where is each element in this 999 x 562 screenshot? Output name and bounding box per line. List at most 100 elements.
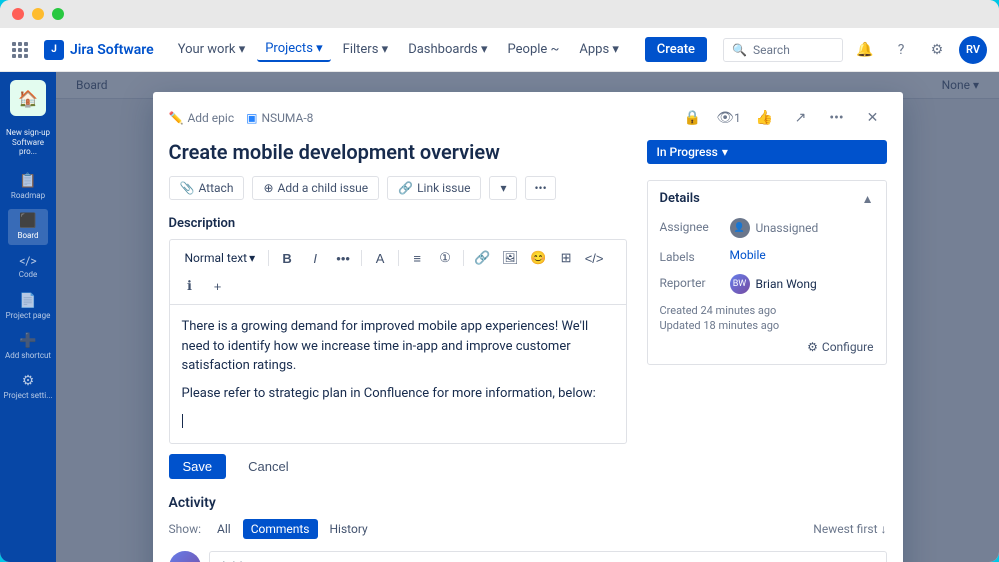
save-button[interactable]: Save xyxy=(169,454,227,479)
link-issue-button[interactable]: 🔗 Link issue xyxy=(387,176,481,200)
more-formatting-button[interactable]: ••• xyxy=(331,246,355,270)
nav-filters[interactable]: Filters ▾ xyxy=(335,38,397,61)
watch-button[interactable]: 👁 1 xyxy=(715,104,743,132)
more-button[interactable]: ••• xyxy=(525,176,555,200)
tab-comments[interactable]: Comments xyxy=(243,519,318,539)
code-label: Code xyxy=(19,270,38,279)
nav-people[interactable]: People ~ xyxy=(500,38,568,61)
issue-key-tag[interactable]: ▣ NSUMA-8 xyxy=(246,111,313,125)
collapse-icon[interactable]: ▲ xyxy=(862,192,874,206)
details-header: Details ▲ xyxy=(660,191,874,206)
board-icon: ⬛ xyxy=(19,213,36,229)
cancel-button[interactable]: Cancel xyxy=(234,454,302,479)
details-panel: Details ▲ Assignee 👤 Unassigned xyxy=(647,180,887,365)
commenter-avatar xyxy=(169,551,201,562)
roadmap-icon: 📋 xyxy=(19,173,36,189)
status-chevron: ▾ xyxy=(722,145,728,159)
close-modal-button[interactable]: ✕ xyxy=(859,104,887,132)
mac-window: J Jira Software Your work ▾ Projects ▾ F… xyxy=(0,0,999,562)
lock-icon[interactable]: 🔒 xyxy=(679,104,707,132)
sidebar-item-code[interactable]: </> Code xyxy=(8,249,48,285)
labels-label: Labels xyxy=(660,248,730,264)
sidebar-item-project-pages[interactable]: 📄 Project page xyxy=(8,289,48,325)
text-style-select[interactable]: Normal text ▾ xyxy=(178,248,263,268)
search-box[interactable]: 🔍 Search xyxy=(723,38,843,62)
epic-label: Add epic xyxy=(187,111,234,125)
image-button[interactable]: 🖼 xyxy=(498,246,522,270)
more-actions-button[interactable]: ••• xyxy=(823,104,851,132)
tab-history[interactable]: History xyxy=(322,519,376,539)
roadmap-label: Roadmap xyxy=(11,191,45,200)
link-dropdown-button[interactable]: ▾ xyxy=(489,176,517,200)
sidebar-item-add-shortcut[interactable]: ➕ Add shortcut xyxy=(8,329,48,365)
assignee-name: Unassigned xyxy=(756,221,819,235)
activity-section: Activity Show: All Comments History Newe… xyxy=(153,495,903,562)
modal-topbar: ✏️ Add epic ▣ NSUMA-8 🔒 👁 xyxy=(153,92,903,140)
reporter-value[interactable]: BW Brian Wong xyxy=(730,274,874,294)
table-button[interactable]: ⊞ xyxy=(554,246,578,270)
editor-footer: Save Cancel xyxy=(169,454,627,479)
search-icon: 🔍 xyxy=(732,43,747,57)
nav-right: 🔍 Search 🔔 ? ⚙ RV xyxy=(723,36,987,64)
bold-button[interactable]: B xyxy=(275,246,299,270)
editor-content[interactable]: There is a growing demand for improved m… xyxy=(169,304,627,444)
epic-tag[interactable]: ✏️ Add epic xyxy=(169,111,235,125)
help-icon[interactable]: ? xyxy=(887,36,915,64)
notifications-icon[interactable]: 🔔 xyxy=(851,36,879,64)
info-button[interactable]: ℹ xyxy=(178,274,202,298)
child-label: Add a child issue xyxy=(278,181,369,195)
labels-value[interactable]: Mobile xyxy=(730,248,874,262)
modal-left: Create mobile development overview 📎 Att… xyxy=(169,140,647,479)
nav-logo[interactable]: J Jira Software xyxy=(44,40,154,60)
pages-label: Project page xyxy=(6,311,51,320)
issue-title: Create mobile development overview xyxy=(169,140,627,164)
settings-icon[interactable]: ⚙ xyxy=(923,36,951,64)
activity-tabs: Show: All Comments History Newest first … xyxy=(169,519,887,539)
comment-input[interactable]: Add a comment... xyxy=(209,551,887,562)
sidebar-item-board[interactable]: ⬛ Board xyxy=(8,209,48,245)
grid-icon[interactable] xyxy=(12,42,28,58)
nav-dashboards[interactable]: Dashboards ▾ xyxy=(400,38,495,61)
created-timestamp: Created 24 minutes ago xyxy=(660,304,874,317)
status-button[interactable]: In Progress ▾ xyxy=(647,140,887,164)
activity-title: Activity xyxy=(169,495,887,511)
thumbsup-button[interactable]: 👍 xyxy=(751,104,779,132)
gear-icon: ⚙ xyxy=(807,340,818,354)
configure-link[interactable]: ⚙ Configure xyxy=(660,340,874,354)
italic-button[interactable]: I xyxy=(303,246,327,270)
nav-apps[interactable]: Apps ▾ xyxy=(571,38,627,61)
label-mobile[interactable]: Mobile xyxy=(730,248,766,262)
modal-topbar-right: 🔒 👁 1 👍 ↗ ••• ✕ xyxy=(679,104,887,132)
code-block-button[interactable]: </> xyxy=(582,246,606,270)
sidebar-item-project-settings[interactable]: ⚙ Project setti... xyxy=(8,369,48,405)
assignee-value[interactable]: 👤 Unassigned xyxy=(730,218,874,238)
emoji-button[interactable]: 😊 xyxy=(526,246,550,270)
share-button[interactable]: ↗ xyxy=(787,104,815,132)
tab-all[interactable]: All xyxy=(209,519,239,539)
attach-button[interactable]: 📎 Attach xyxy=(169,176,245,200)
link-icon: 🔗 xyxy=(398,181,413,195)
project-subtitle: Software pro... xyxy=(4,138,52,157)
project-icon[interactable]: 🏠 xyxy=(10,80,46,116)
nav-your-work[interactable]: Your work ▾ xyxy=(170,38,254,61)
insert-more-button[interactable]: + xyxy=(206,274,230,298)
modal-topbar-left: ✏️ Add epic ▣ NSUMA-8 xyxy=(169,111,314,125)
add-child-issue-button[interactable]: ⊕ Add a child issue xyxy=(252,176,379,200)
mac-titlebar xyxy=(0,0,999,28)
status-label: In Progress xyxy=(657,145,718,159)
numbered-list-button[interactable]: ① xyxy=(433,246,457,270)
sidebar-item-roadmap[interactable]: 📋 Roadmap xyxy=(8,169,48,205)
link-button[interactable]: 🔗 xyxy=(470,246,494,270)
details-title: Details xyxy=(660,191,700,206)
text-color-button[interactable]: A xyxy=(368,246,392,270)
user-avatar[interactable]: RV xyxy=(959,36,987,64)
maximize-button[interactable] xyxy=(52,8,64,20)
modal-actions: 📎 Attach ⊕ Add a child issue 🔗 Link issu xyxy=(169,176,627,200)
newest-first[interactable]: Newest first ↓ xyxy=(813,522,886,536)
bullet-list-button[interactable]: ≡ xyxy=(405,246,429,270)
close-button[interactable] xyxy=(12,8,24,20)
create-button[interactable]: Create xyxy=(645,37,707,62)
minimize-button[interactable] xyxy=(32,8,44,20)
topnav: J Jira Software Your work ▾ Projects ▾ F… xyxy=(0,28,999,72)
nav-projects[interactable]: Projects ▾ xyxy=(257,37,330,62)
